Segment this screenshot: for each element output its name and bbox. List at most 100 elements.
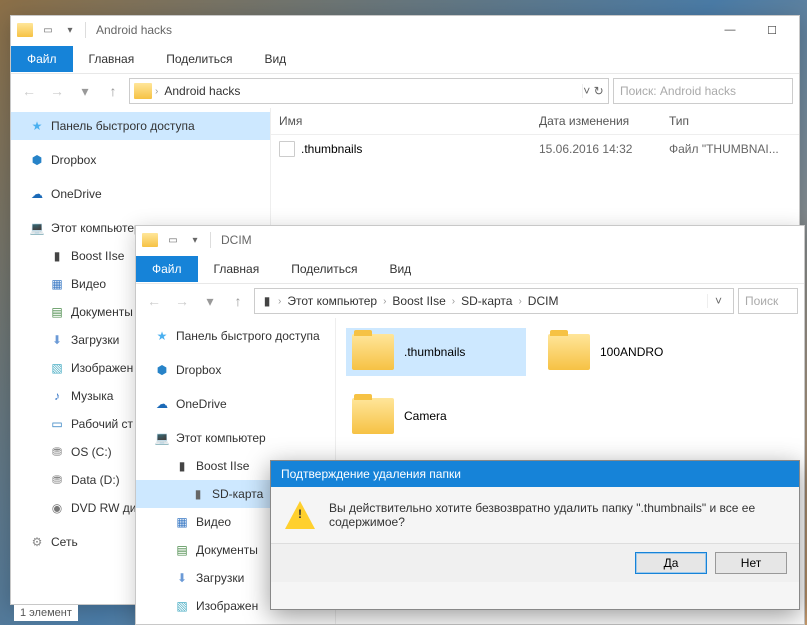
address-bar[interactable]: ▮ › Этот компьютер › Boost IIse › SD-кар… (254, 288, 734, 314)
phone-icon: ▮ (174, 458, 190, 474)
folder-100andro[interactable]: 100ANDRO (542, 328, 722, 376)
sidebar-label: Изображен (71, 361, 133, 375)
sidebar-label: Видео (196, 515, 231, 529)
titlebar[interactable]: ▭ ▾ DCIM (136, 226, 804, 254)
dropdown-icon[interactable]: ˅ (715, 294, 722, 308)
delete-confirmation-dialog: Подтверждение удаления папки Вы действит… (270, 460, 800, 610)
chevron-right-icon[interactable]: › (275, 296, 284, 307)
dropbox-icon: ⬢ (154, 362, 170, 378)
history-dropdown[interactable]: ▾ (73, 79, 97, 103)
search-input[interactable]: Поиск: Android hacks (613, 78, 793, 104)
folder-thumbnails[interactable]: .thumbnails (346, 328, 526, 376)
sidebar-quick-access[interactable]: ★Панель быстрого доступа (11, 112, 270, 140)
file-date: 15.06.2016 14:32 (539, 140, 669, 158)
folder-camera[interactable]: Camera (346, 392, 526, 440)
image-icon: ▧ (49, 360, 65, 376)
tab-share[interactable]: Поделиться (275, 256, 373, 282)
history-dropdown[interactable]: ▾ (198, 289, 222, 313)
chevron-right-icon[interactable]: › (152, 86, 161, 97)
quick-access-toolbar: ▭ ▾ (164, 231, 204, 249)
back-button[interactable]: ← (17, 79, 41, 103)
sidebar-this-pc[interactable]: 💻Этот компьютер (136, 424, 335, 452)
breadcrumb-segment[interactable]: SD-карта (458, 294, 515, 308)
sidebar-label: Сеть (51, 535, 78, 549)
status-bar: 1 элемент (14, 605, 78, 621)
search-input[interactable]: Поиск (738, 288, 798, 314)
tab-file[interactable]: Файл (136, 256, 198, 282)
sidebar-label: Документы (196, 543, 258, 557)
sidebar-quick-access[interactable]: ★ Панель быстрого доступа (136, 322, 335, 350)
sidebar-label: Панель быстрого доступа (176, 329, 320, 343)
file-name: .thumbnails (301, 142, 362, 156)
star-icon: ★ (154, 328, 170, 344)
breadcrumb-segment[interactable]: DCIM (525, 294, 562, 308)
breadcrumb-segment[interactable]: Этот компьютер (284, 294, 380, 308)
chevron-right-icon[interactable]: › (515, 296, 524, 307)
drive-icon: ⛃ (49, 444, 65, 460)
sidebar-label: Загрузки (196, 571, 244, 585)
back-button[interactable]: ← (142, 289, 166, 313)
sidebar-onedrive[interactable]: ☁OneDrive (136, 390, 335, 418)
refresh-icon[interactable]: ↻ (594, 84, 604, 98)
onedrive-icon: ☁ (29, 186, 45, 202)
column-name[interactable]: Имя (271, 108, 531, 134)
forward-button[interactable]: → (170, 289, 194, 313)
navigation-bar: ← → ▾ ↑ › Android hacks ˅ ↻ Поиск: Andro… (11, 74, 799, 108)
chevron-right-icon[interactable]: › (380, 296, 389, 307)
sidebar-dropbox[interactable]: ⬢Dropbox (136, 356, 335, 384)
folder-icon (548, 334, 590, 370)
tab-view[interactable]: Вид (248, 46, 302, 72)
column-date[interactable]: Дата изменения (531, 108, 661, 134)
video-icon: ▦ (174, 514, 190, 530)
music-icon: ♪ (49, 388, 65, 404)
divider (210, 232, 211, 248)
window-title: Android hacks (92, 23, 172, 37)
up-button[interactable]: ↑ (226, 289, 250, 313)
file-icon (279, 141, 295, 157)
ribbon-tabs: Файл Главная Поделиться Вид (11, 44, 799, 74)
folder-icon (134, 83, 152, 99)
sidebar-label: Этот компьютер (176, 431, 266, 445)
minimize-button[interactable]: — (709, 18, 751, 42)
folder-name: Camera (404, 409, 447, 423)
network-icon: ⚙ (29, 534, 45, 550)
breadcrumb-segment[interactable]: Android hacks (161, 84, 243, 98)
props-icon[interactable]: ▭ (164, 231, 182, 249)
file-row[interactable]: .thumbnails 15.06.2016 14:32 Файл "THUMB… (271, 135, 799, 163)
tab-home[interactable]: Главная (73, 46, 151, 72)
sidebar-label: Загрузки (71, 333, 119, 347)
window-title: DCIM (217, 233, 252, 247)
forward-button[interactable]: → (45, 79, 69, 103)
sidebar-label: Boost IIse (196, 459, 249, 473)
sidebar-label: Документы (71, 305, 133, 319)
document-icon: ▤ (174, 542, 190, 558)
dropdown-icon[interactable]: ˅ (583, 84, 590, 98)
star-icon: ★ (29, 118, 45, 134)
breadcrumb-segment[interactable]: Boost IIse (389, 294, 448, 308)
dropdown-icon[interactable]: ▾ (186, 231, 204, 249)
tab-file[interactable]: Файл (11, 46, 73, 72)
maximize-button[interactable]: ☐ (751, 18, 793, 42)
column-headers: Имя Дата изменения Тип (271, 108, 799, 135)
props-icon[interactable]: ▭ (39, 21, 57, 39)
chevron-right-icon[interactable]: › (449, 296, 458, 307)
sidebar-dropbox[interactable]: ⬢Dropbox (11, 146, 270, 174)
address-bar[interactable]: › Android hacks ˅ ↻ (129, 78, 609, 104)
folder-name: .thumbnails (404, 345, 465, 359)
yes-button[interactable]: Да (635, 552, 707, 574)
no-button[interactable]: Нет (715, 552, 787, 574)
divider (85, 22, 86, 38)
tab-share[interactable]: Поделиться (150, 46, 248, 72)
sidebar-onedrive[interactable]: ☁OneDrive (11, 180, 270, 208)
phone-icon: ▮ (49, 248, 65, 264)
dropdown-icon[interactable]: ▾ (61, 21, 79, 39)
image-icon: ▧ (174, 598, 190, 614)
column-type[interactable]: Тип (661, 108, 799, 134)
titlebar[interactable]: ▭ ▾ Android hacks — ☐ (11, 16, 799, 44)
up-button[interactable]: ↑ (101, 79, 125, 103)
folder-icon (352, 334, 394, 370)
dropbox-icon: ⬢ (29, 152, 45, 168)
tab-view[interactable]: Вид (373, 256, 427, 282)
tab-home[interactable]: Главная (198, 256, 276, 282)
folder-icon (17, 23, 33, 37)
